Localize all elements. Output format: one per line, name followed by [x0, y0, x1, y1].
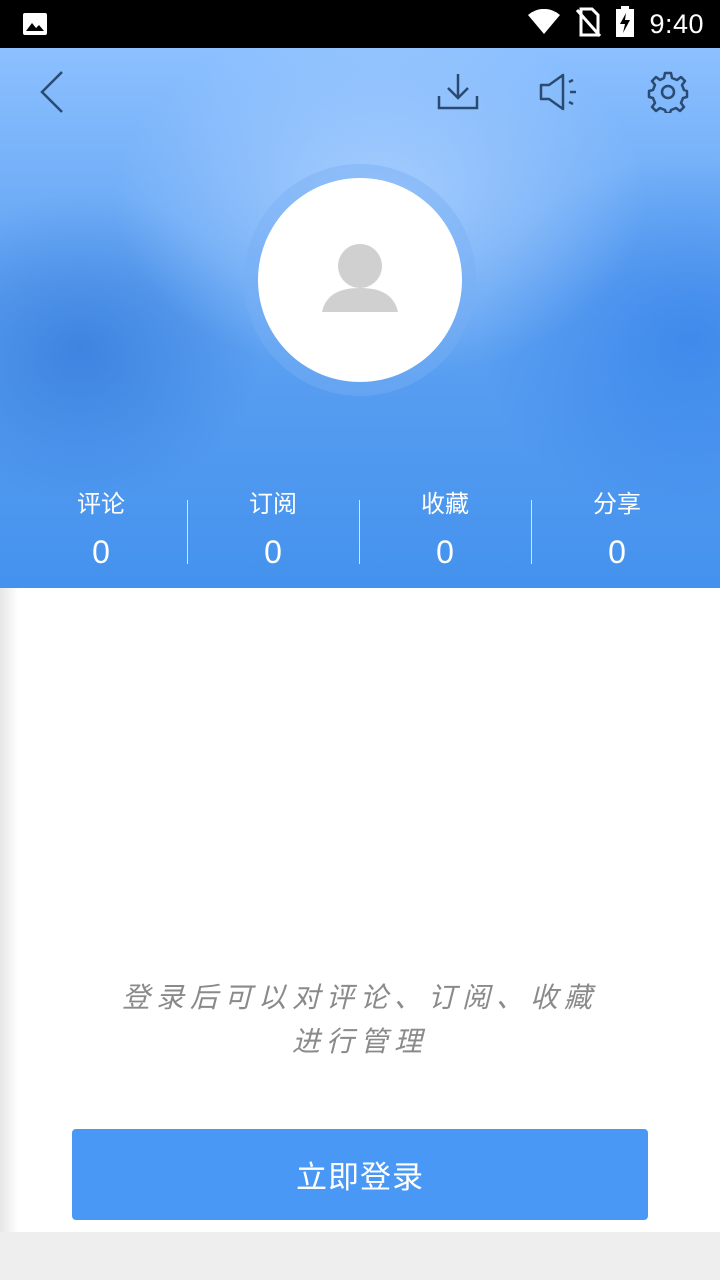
stat-value: 0: [264, 534, 282, 570]
login-button[interactable]: 立即登录: [72, 1129, 648, 1220]
drawer-edge-shadow: [0, 588, 18, 1280]
stat-comments[interactable]: 评论 0: [15, 480, 187, 580]
avatar[interactable]: [258, 178, 462, 382]
battery-charging-icon: [615, 6, 635, 42]
back-icon: [38, 70, 66, 118]
stat-label: 分享: [593, 490, 641, 518]
stat-value: 0: [608, 534, 626, 570]
stat-label: 评论: [77, 490, 125, 518]
no-sim-icon: [575, 7, 602, 41]
stats-bar: 评论 0 订阅 0 收藏 0 分享 0: [0, 480, 720, 580]
speaker-button[interactable]: [534, 68, 588, 120]
profile-header: 评论 0 订阅 0 收藏 0 分享 0: [0, 48, 720, 588]
stat-subscriptions[interactable]: 订阅 0: [187, 480, 359, 580]
login-hint: 登录后可以对评论、订阅、收藏 进行管理: [60, 976, 660, 1064]
stat-shares[interactable]: 分享 0: [531, 480, 703, 580]
settings-icon: [647, 71, 689, 117]
status-bar: 9:40: [0, 0, 720, 48]
download-icon: [437, 72, 479, 116]
back-button[interactable]: [28, 68, 76, 120]
stat-value: 0: [436, 534, 454, 570]
login-hint-line1: 登录后可以对评论、订阅、收藏: [121, 981, 598, 1014]
settings-button[interactable]: [642, 68, 694, 120]
bottom-bar: [0, 1232, 720, 1280]
stat-label: 收藏: [421, 490, 469, 518]
download-button[interactable]: [432, 68, 484, 120]
status-icons: 9:40: [527, 0, 704, 48]
speaker-icon: [538, 72, 584, 116]
stat-favorites[interactable]: 收藏 0: [359, 480, 531, 580]
stat-value: 0: [92, 534, 110, 570]
login-prompt-panel: 登录后可以对评论、订阅、收藏 进行管理 立即登录: [0, 588, 720, 1232]
stat-label: 订阅: [249, 490, 297, 518]
wifi-icon: [527, 8, 561, 39]
status-time: 9:40: [649, 8, 704, 39]
user-placeholder-icon: [320, 242, 400, 318]
image-icon: [22, 12, 48, 36]
login-hint-line2: 进行管理: [291, 1025, 428, 1058]
